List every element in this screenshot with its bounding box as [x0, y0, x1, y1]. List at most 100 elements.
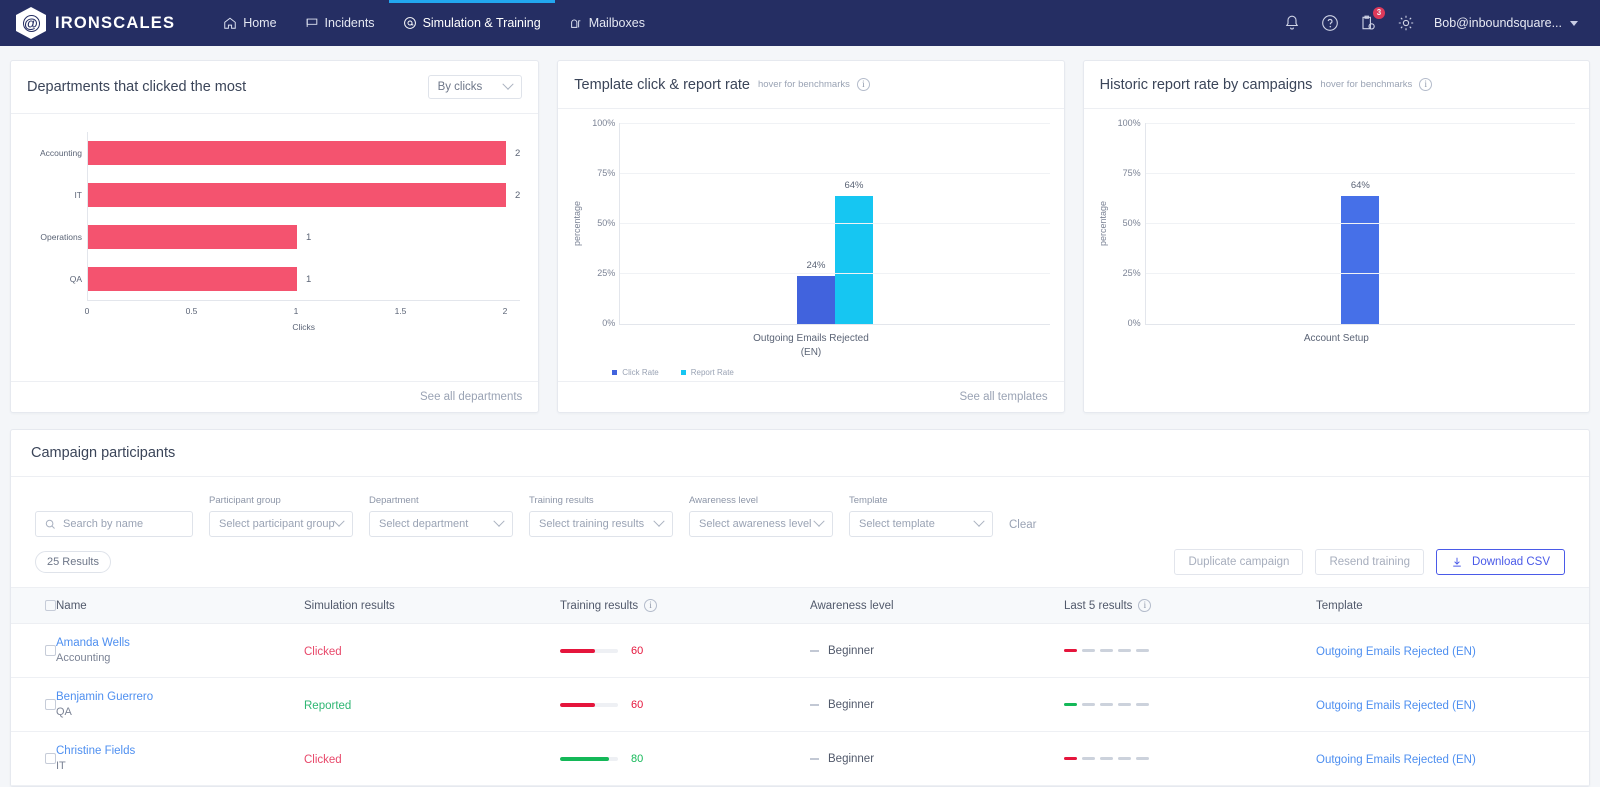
awareness-trend-icon	[810, 649, 819, 652]
gridline	[1145, 223, 1576, 224]
chart-bar-value: 64%	[1350, 180, 1370, 191]
column-simulation-results[interactable]: Simulation results	[304, 587, 560, 624]
column-last-5-results[interactable]: Last 5 results i	[1064, 587, 1316, 624]
template-y-ticks: 0% 25% 50% 75% 100%	[585, 118, 619, 328]
resend-training-button[interactable]: Resend training	[1315, 549, 1425, 575]
training-score-value: 60	[631, 644, 644, 657]
training-progress-bar	[560, 702, 618, 707]
awareness-trend-icon	[810, 757, 819, 760]
participants-action-row: 25 Results Duplicate campaign Resend tra…	[11, 543, 1589, 587]
at-circle-icon	[403, 17, 416, 29]
participant-name-link[interactable]: Benjamin Guerrero	[56, 691, 304, 703]
brand-logo[interactable]: @ IRONSCALES	[16, 7, 175, 39]
training-progress-fill	[560, 648, 595, 653]
participants-filter-bar: Search by name Participant group Select p…	[11, 477, 1589, 543]
info-icon[interactable]: i	[856, 78, 870, 91]
duplicate-campaign-button[interactable]: Duplicate campaign	[1174, 549, 1304, 575]
training-score-value: 80	[631, 752, 644, 765]
table-row[interactable]: Benjamin Guerrero QA Reported 60 Beginner Out…	[11, 677, 1589, 732]
filter-label: Training results	[529, 495, 594, 506]
last-result-marker	[1136, 703, 1149, 706]
last-5-results-wrap	[1064, 703, 1316, 706]
filter-select[interactable]: Select awareness level	[689, 511, 833, 537]
last-5-results-wrap	[1064, 649, 1316, 652]
table-row[interactable]: Christine Fields IT Clicked 80 Beginner Outgo…	[11, 731, 1589, 786]
template-category-line2: (EN)	[800, 347, 822, 358]
download-csv-button[interactable]: Download CSV	[1436, 549, 1565, 575]
see-all-templates-link[interactable]: See all templates	[558, 381, 1064, 412]
nav-label-incidents: Incidents	[324, 16, 375, 30]
info-icon[interactable]: i	[644, 599, 658, 612]
nav-item-simulation-training[interactable]: Simulation & Training	[388, 0, 555, 46]
search-input[interactable]: Search by name	[35, 511, 193, 537]
at-glyph: @	[22, 14, 40, 32]
template-x-category-label: Outgoing Emails Rejected (EN)	[572, 332, 1049, 360]
help-button[interactable]	[1320, 13, 1340, 33]
last-result-marker	[1100, 757, 1113, 760]
training-score-wrap: 60	[560, 699, 810, 711]
nav-item-mailboxes[interactable]: Mailboxes	[555, 0, 659, 46]
column-template[interactable]: Template	[1316, 587, 1589, 624]
legend-swatch	[612, 370, 618, 375]
row-checkbox[interactable]	[45, 753, 56, 764]
y-axis-tick: 0%	[1127, 318, 1141, 328]
chevron-down-icon	[973, 515, 985, 527]
settings-button[interactable]	[1396, 13, 1416, 33]
column-training-results[interactable]: Training results i	[560, 587, 810, 624]
help-circle-icon	[1322, 15, 1338, 31]
filter-select[interactable]: Select department	[369, 511, 513, 537]
legend-item[interactable]: Click Rate	[612, 368, 659, 377]
nav-label-simulation-training: Simulation & Training	[422, 16, 541, 30]
awareness-level-cell: Beginner	[810, 731, 1064, 786]
awareness-wrap: Beginner	[810, 645, 1064, 657]
filter-group: Training results Select training results	[529, 495, 673, 537]
reports-button[interactable]: 3	[1358, 7, 1385, 33]
training-score-wrap: 80	[560, 753, 810, 765]
filter-group: Participant group Select participant grou…	[209, 495, 353, 537]
select-all-checkbox[interactable]	[45, 600, 56, 611]
info-icon[interactable]: i	[1138, 599, 1152, 612]
awareness-wrap: Beginner	[810, 753, 1064, 765]
departments-x-axis: 0 0.5 1 1.5 2	[85, 300, 521, 322]
nav-item-incidents[interactable]: Incidents	[291, 0, 389, 46]
info-icon[interactable]: i	[1419, 78, 1433, 91]
departments-sort-select[interactable]: By clicks	[427, 75, 523, 99]
participant-name-link[interactable]: Amanda Wells	[56, 637, 304, 649]
last-result-marker	[1064, 757, 1077, 760]
filter-value: Select training results	[539, 518, 645, 530]
chart-bar-value: 64%	[844, 180, 864, 191]
filter-select[interactable]: Select training results	[529, 511, 673, 537]
notifications-bell-button[interactable]	[1282, 13, 1302, 33]
historic-x-category-label: Account Setup	[1303, 333, 1369, 344]
participant-department: Accounting	[56, 652, 111, 664]
chart-bar: 24%	[796, 260, 835, 324]
awareness-level-label: Beginner	[828, 644, 875, 657]
legend-item[interactable]: Report Rate	[680, 368, 734, 377]
results-count-badge: 25 Results	[35, 551, 111, 573]
clear-filters-button[interactable]: Clear	[1009, 519, 1036, 537]
department-bar-value: 1	[306, 273, 312, 285]
campaign-participants-panel: Campaign participants Search by name Par…	[10, 429, 1590, 787]
departments-bar-chart: Accounting 2 IT 2 Operations 1 QA 1 0 0.5 1 1.5 2 C…	[25, 124, 524, 332]
template-link[interactable]: Outgoing Emails Rejected (EN)	[1316, 700, 1476, 712]
nav-item-home[interactable]: Home	[209, 0, 290, 46]
filter-select[interactable]: Select template	[849, 511, 993, 537]
column-awareness-level[interactable]: Awareness level	[810, 587, 1064, 624]
user-menu[interactable]: Bob@inboundsquare...	[1434, 16, 1578, 30]
template-bars: 24% 64%	[620, 180, 1049, 324]
department-bar-row: Operations 1	[40, 216, 520, 258]
row-checkbox[interactable]	[45, 645, 56, 656]
template-link[interactable]: Outgoing Emails Rejected (EN)	[1316, 754, 1476, 766]
column-name[interactable]: Name	[56, 587, 304, 624]
table-row[interactable]: Amanda Wells Accounting Clicked 60 Beginner O…	[11, 623, 1589, 678]
participant-name-link[interactable]: Christine Fields	[56, 745, 304, 757]
filter-select[interactable]: Select participant group	[209, 511, 353, 537]
see-all-departments-link[interactable]: See all departments	[11, 381, 539, 412]
historic-y-ticks: 0% 25% 50% 75% 100%	[1111, 118, 1145, 328]
template-link[interactable]: Outgoing Emails Rejected (EN)	[1316, 646, 1476, 658]
training-progress-fill	[560, 702, 595, 707]
filter-value: Select template	[859, 518, 935, 530]
simulation-result-status: Clicked	[304, 645, 342, 658]
card-historic-subtitle: hover for benchmarks	[1320, 79, 1413, 90]
row-checkbox[interactable]	[45, 699, 56, 710]
